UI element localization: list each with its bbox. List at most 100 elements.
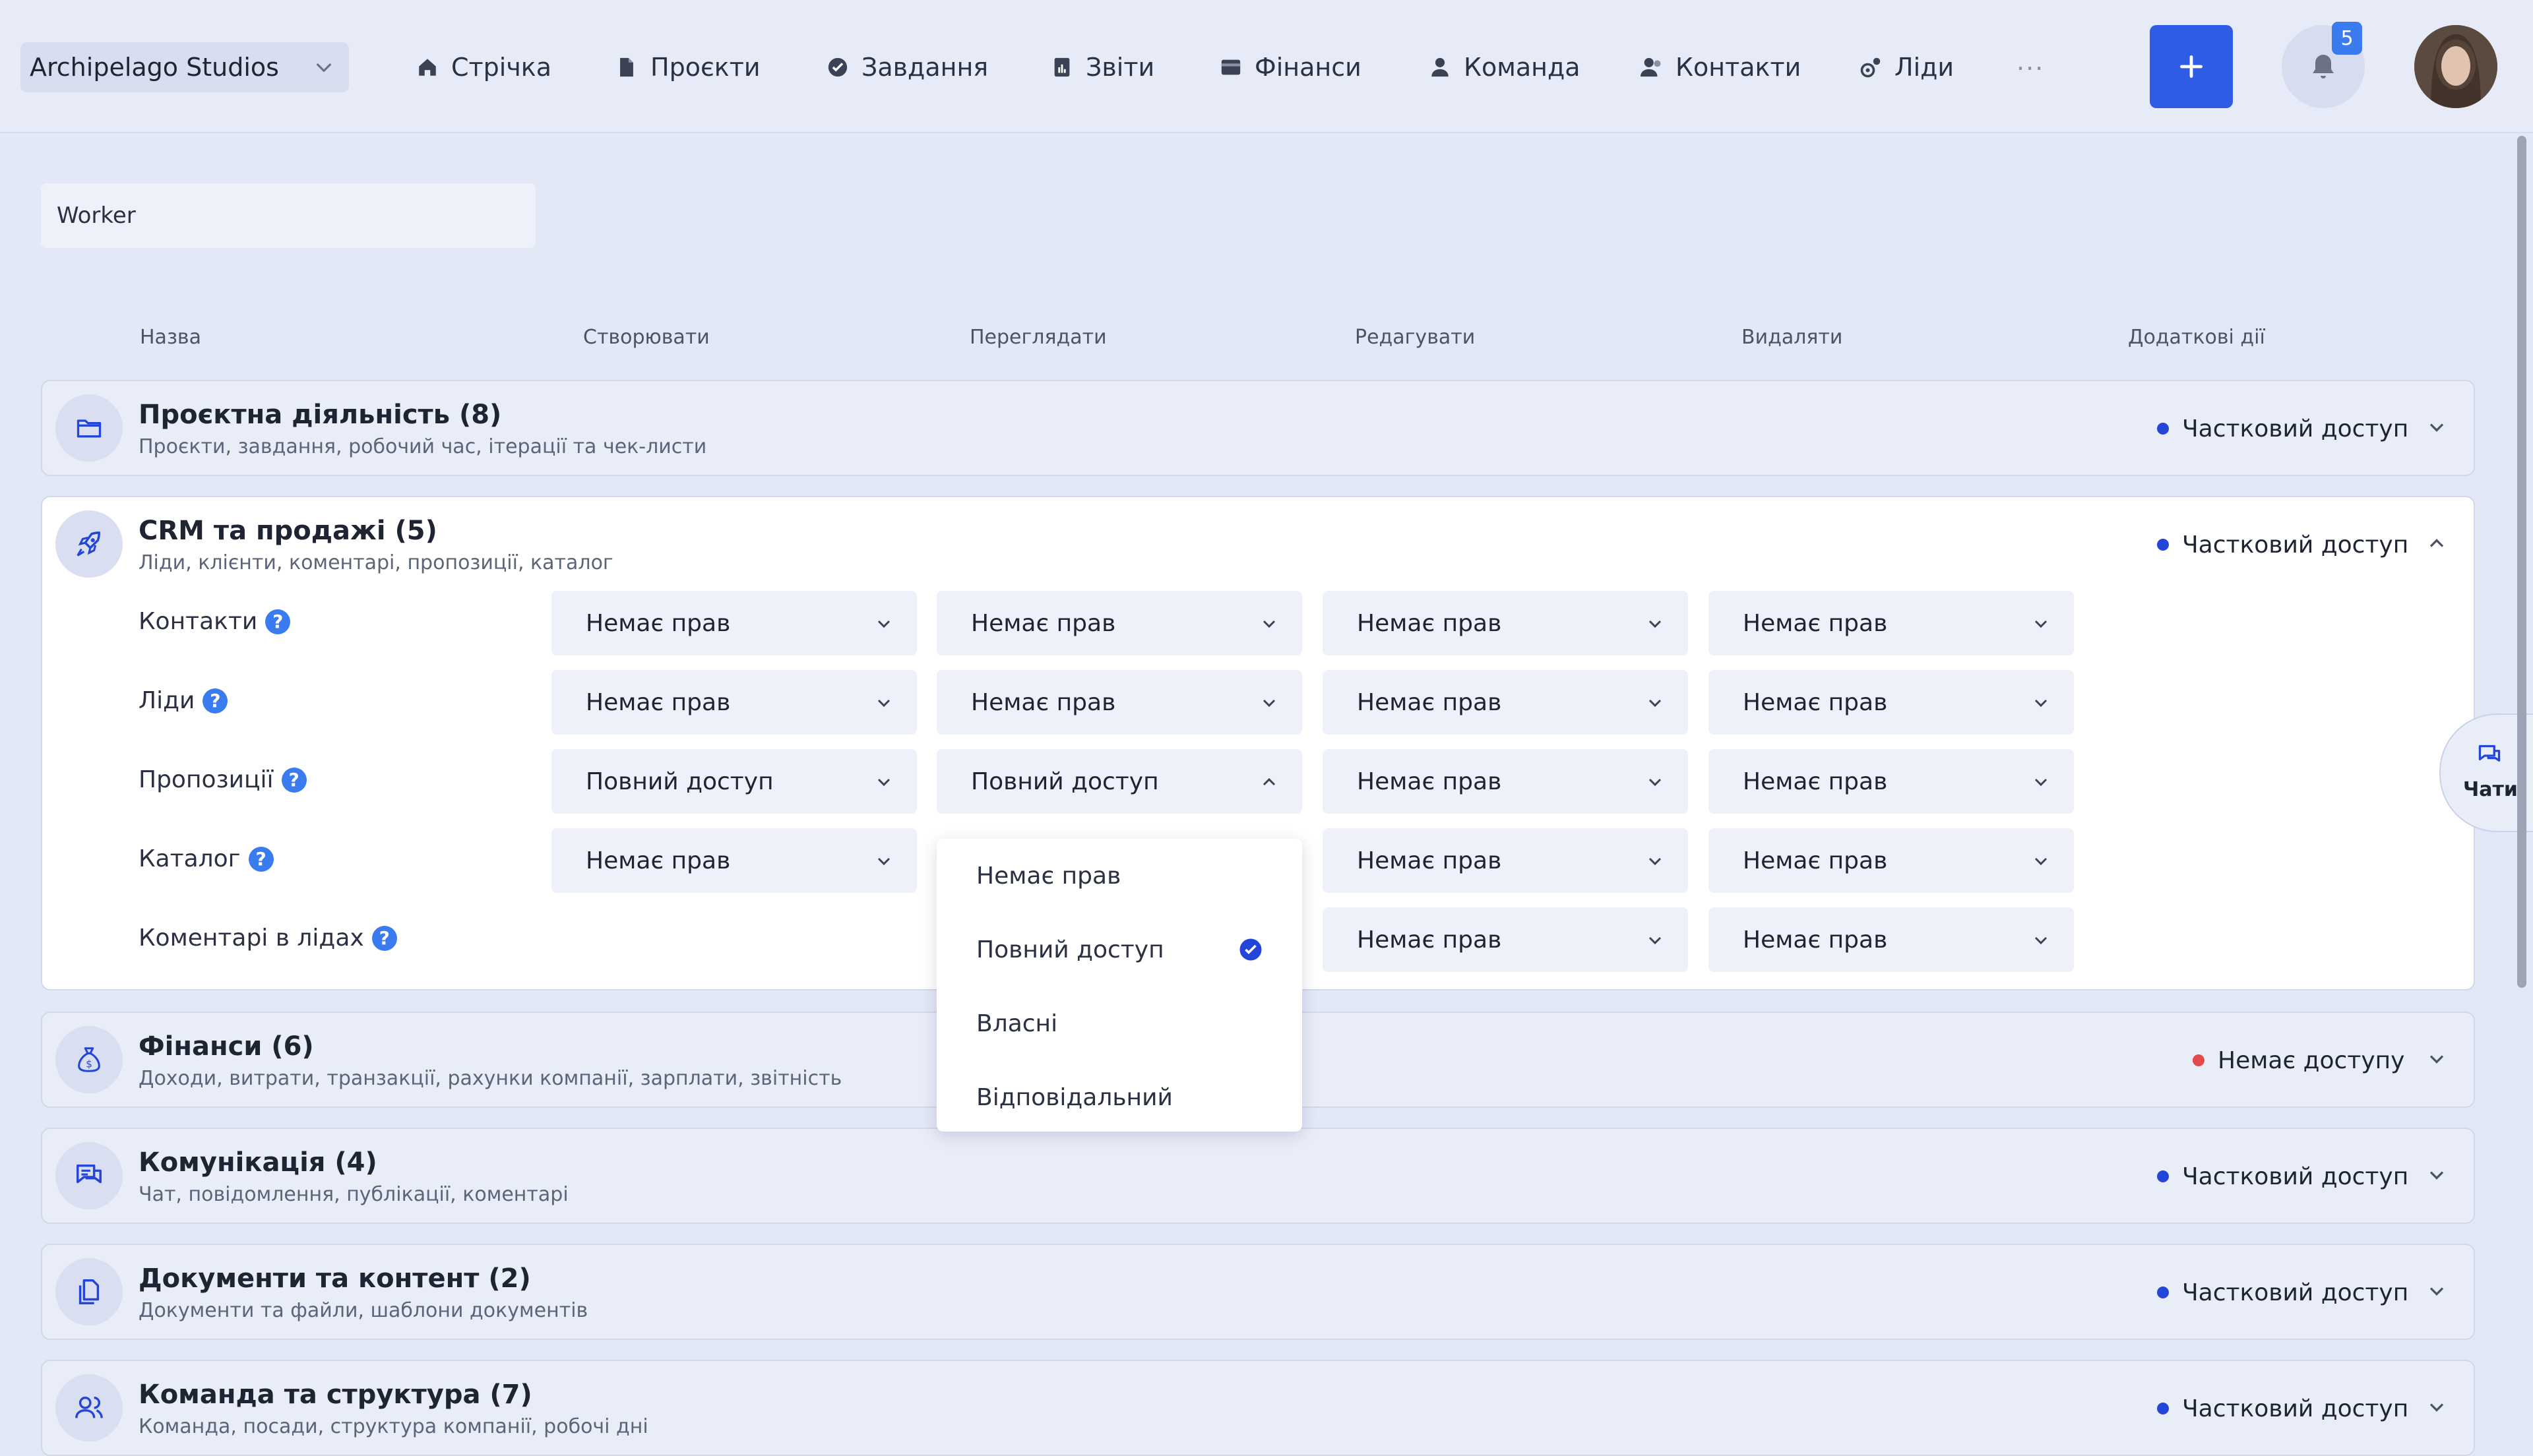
check-circle-icon (825, 54, 851, 80)
company-selector[interactable]: Archipelago Studios (20, 42, 349, 92)
group-subtitle: Ліди, клієнти, коментарі, пропозиції, ка… (139, 551, 613, 574)
select-catalog-delete[interactable]: Немає прав (1708, 828, 2074, 893)
group-communication[interactable]: Комунікація (4) Чат, повідомлення, публі… (41, 1128, 2475, 1224)
select-leads-create[interactable]: Немає прав (551, 670, 917, 735)
folder-icon (55, 394, 123, 462)
group-status: Немає доступу (2193, 1047, 2404, 1074)
select-catalog-edit[interactable]: Немає прав (1323, 828, 1688, 893)
select-proposals-delete[interactable]: Немає прав (1708, 749, 2074, 814)
select-leads-edit[interactable]: Немає прав (1323, 670, 1688, 735)
select-proposals-edit[interactable]: Немає прав (1323, 749, 1688, 814)
group-status: Частковий доступ (2157, 1395, 2408, 1422)
nav-leads[interactable]: Ліди (1858, 44, 1954, 91)
nav-leads-label: Ліди (1894, 53, 1954, 82)
dropdown-option-full-access[interactable]: Повний доступ (937, 913, 1302, 986)
dropdown-option-responsible[interactable]: Відповідальний (937, 1060, 1302, 1134)
scrollbar[interactable] (2517, 136, 2526, 988)
group-documents[interactable]: Документи та контент (2) Документи та фа… (41, 1244, 2475, 1340)
select-proposals-view[interactable]: Повний доступ (937, 749, 1302, 814)
report-icon (1049, 54, 1075, 80)
help-icon[interactable]: ? (371, 925, 397, 951)
contacts-icon (1639, 54, 1665, 80)
select-lead-comments-delete[interactable]: Немає прав (1708, 907, 2074, 972)
permission-label-proposals: Пропозиції? (139, 766, 307, 793)
user-icon (1427, 54, 1453, 80)
group-title: Проєктна діяльність (8) (139, 400, 502, 430)
group-subtitle: Чат, повідомлення, публікації, коментарі (139, 1183, 569, 1206)
group-status: Частковий доступ (2157, 1163, 2408, 1190)
wallet-icon (1218, 54, 1244, 80)
column-view: Переглядати (970, 326, 1107, 349)
nav-projects[interactable]: Проєкти (613, 44, 761, 91)
team-icon (55, 1374, 123, 1441)
group-title: Фінанси (6) (139, 1031, 314, 1062)
select-catalog-create[interactable]: Немає прав (551, 828, 917, 893)
group-status: Частковий доступ (2157, 531, 2408, 559)
chat-bubbles-icon (2475, 743, 2504, 769)
bell-icon (2307, 51, 2339, 82)
group-team[interactable]: Команда та структура (7) Команда, посади… (41, 1360, 2475, 1456)
nav-team[interactable]: Команда (1427, 44, 1580, 91)
nav-projects-label: Проєкти (650, 53, 761, 82)
group-subtitle: Доходи, витрати, транзакції, рахунки ком… (139, 1067, 842, 1090)
money-bag-icon: $ (55, 1026, 123, 1093)
dropdown-option-own[interactable]: Власні (937, 986, 1302, 1060)
group-title: Документи та контент (2) (139, 1263, 531, 1294)
select-leads-view[interactable]: Немає прав (937, 670, 1302, 735)
select-leads-delete[interactable]: Немає прав (1708, 670, 2074, 735)
nav-reports-label: Звіти (1086, 53, 1155, 82)
group-subtitle: Документи та файли, шаблони документів (139, 1299, 588, 1322)
group-subtitle: Проєкти, завдання, робочий час, ітерації… (139, 435, 707, 458)
leads-icon (1858, 54, 1884, 80)
select-proposals-create[interactable]: Повний доступ (551, 749, 917, 814)
chat-icon (55, 1142, 123, 1209)
permission-label-leads: Ліди? (139, 687, 228, 714)
user-avatar[interactable] (2414, 25, 2497, 108)
help-icon[interactable]: ? (248, 846, 274, 872)
file-icon (613, 54, 640, 80)
chats-label: Чати (2463, 778, 2518, 801)
dropdown-option-none[interactable]: Немає прав (937, 839, 1302, 913)
svg-text:$: $ (86, 1058, 92, 1070)
chevron-up-icon[interactable] (2425, 531, 2449, 555)
top-header: Archipelago Studios Стрічка Проєкти Завд… (0, 0, 2533, 133)
help-icon[interactable]: ? (203, 688, 228, 713)
rocket-icon (55, 510, 123, 578)
group-projects[interactable]: Проєктна діяльність (8) Проєкти, завданн… (41, 380, 2475, 476)
chevron-down-icon (313, 57, 334, 78)
chevron-up-icon (1259, 772, 1280, 793)
chevron-down-icon[interactable] (2425, 1279, 2449, 1303)
column-create: Створювати (583, 326, 710, 349)
chevron-down-icon[interactable] (2425, 1395, 2449, 1419)
group-title: CRM та продажі (5) (139, 516, 437, 546)
column-extra-actions: Додаткові дії (2128, 326, 2265, 349)
chevron-down-icon[interactable] (2425, 415, 2449, 439)
select-contacts-edit[interactable]: Немає прав (1323, 591, 1688, 655)
nav-finance[interactable]: Фінанси (1218, 44, 1361, 91)
role-name-input[interactable]: Worker (41, 183, 536, 248)
group-title: Комунікація (4) (139, 1147, 377, 1178)
nav-team-label: Команда (1464, 53, 1580, 82)
select-lead-comments-edit[interactable]: Немає прав (1323, 907, 1688, 972)
nav-tasks-label: Завдання (861, 53, 989, 82)
chevron-down-icon[interactable] (2425, 1163, 2449, 1187)
nav-contacts[interactable]: Контакти (1639, 44, 1801, 91)
create-button[interactable] (2150, 25, 2233, 108)
more-menu-icon[interactable]: ··· (2017, 54, 2044, 83)
group-title: Команда та структура (7) (139, 1380, 532, 1410)
nav-feed[interactable]: Стрічка (414, 44, 551, 91)
select-contacts-view[interactable]: Немає прав (937, 591, 1302, 655)
select-contacts-create[interactable]: Немає прав (551, 591, 917, 655)
plus-icon (2177, 52, 2206, 81)
permission-label-contacts: Контакти? (139, 608, 291, 635)
group-status: Частковий доступ (2157, 1279, 2408, 1306)
select-contacts-delete[interactable]: Немає прав (1708, 591, 2074, 655)
check-icon (1239, 938, 1263, 961)
nav-reports[interactable]: Звіти (1049, 44, 1154, 91)
nav-tasks[interactable]: Завдання (825, 44, 988, 91)
permission-dropdown: Немає прав Повний доступ Власні Відповід… (937, 839, 1302, 1132)
help-icon[interactable]: ? (265, 609, 291, 634)
column-edit: Редагувати (1355, 326, 1476, 349)
chevron-down-icon[interactable] (2425, 1047, 2449, 1071)
help-icon[interactable]: ? (281, 767, 307, 793)
